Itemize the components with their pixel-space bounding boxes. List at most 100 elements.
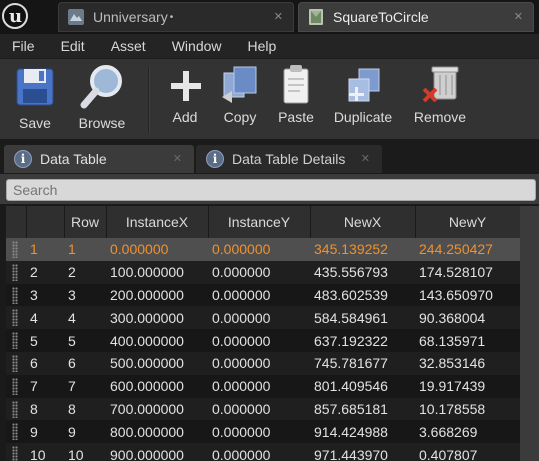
menu-asset[interactable]: Asset: [99, 38, 146, 54]
menu-file[interactable]: File: [0, 38, 35, 54]
row-name-cell: 8: [64, 397, 106, 421]
instance-x-cell: 800.000000: [106, 420, 208, 444]
close-tab-icon[interactable]: ✕: [361, 152, 370, 165]
search-bar: [0, 174, 539, 204]
column-header-newy[interactable]: NewY: [415, 206, 520, 238]
level-map-icon: [67, 8, 85, 26]
table-row[interactable]: 8 8 700.000000 0.000000 857.685181 10.178558: [6, 397, 520, 421]
table-row[interactable]: 3 3 200.000000 0.000000 483.602539 143.650970: [6, 283, 520, 307]
paste-button[interactable]: Paste: [274, 63, 318, 125]
info-icon: i: [14, 150, 32, 168]
title-bar: u Unniversary • ✕ SquareToCircle ✕: [0, 0, 539, 34]
row-index-cell: 5: [26, 329, 64, 352]
row-name-cell: 2: [64, 260, 106, 284]
document-tab-label: SquareToCircle: [333, 9, 429, 25]
new-y-cell: 68.135971: [415, 329, 520, 352]
grip-dots-icon[interactable]: [12, 286, 18, 304]
new-x-cell: 971.443970: [310, 443, 415, 461]
table-row[interactable]: 9 9 800.000000 0.000000 914.424988 3.668269: [6, 420, 520, 444]
column-header-instancex[interactable]: InstanceX: [106, 206, 209, 238]
table-row[interactable]: 10 10 900.000000 0.000000 971.443970 0.407807: [6, 443, 520, 461]
data-table-asset-icon: [307, 8, 325, 26]
trash-can-icon: [418, 63, 462, 111]
instance-y-cell: 0.000000: [208, 397, 310, 421]
drag-handle-icon[interactable]: [6, 443, 26, 461]
drag-handle-icon[interactable]: [6, 374, 26, 398]
table-row[interactable]: 2 2 100.000000 0.000000 435.556793 174.528107: [6, 260, 520, 284]
grip-dots-icon[interactable]: [12, 423, 18, 441]
duplicate-icon: [341, 63, 385, 111]
info-icon: i: [206, 150, 224, 168]
duplicate-button[interactable]: Duplicate: [330, 63, 396, 125]
table-scrollbar[interactable]: [520, 206, 539, 461]
browse-button[interactable]: Browse: [74, 63, 130, 131]
new-y-cell: 32.853146: [415, 351, 520, 375]
toolbar-separator: [148, 67, 150, 133]
browse-label: Browse: [78, 115, 126, 131]
menu-edit[interactable]: Edit: [49, 38, 85, 54]
save-button[interactable]: Save: [12, 63, 58, 131]
row-name-cell: 3: [64, 283, 106, 307]
table-row[interactable]: 5 5 400.000000 0.000000 637.192322 68.135971: [6, 329, 520, 352]
grip-dots-icon[interactable]: [12, 377, 18, 395]
tab-data-table[interactable]: i Data Table ✕: [4, 145, 194, 173]
grip-dots-icon[interactable]: [12, 241, 18, 258]
plus-icon: [164, 63, 208, 111]
new-y-cell: 19.917439: [415, 374, 520, 398]
row-name-cell: 10: [64, 443, 106, 461]
clipboard-icon: [274, 63, 318, 111]
close-tab-icon[interactable]: ✕: [274, 10, 283, 23]
close-tab-icon[interactable]: ✕: [514, 10, 523, 23]
table-row[interactable]: 7 7 600.000000 0.000000 801.409546 19.917439: [6, 374, 520, 398]
grip-dots-icon[interactable]: [12, 354, 18, 372]
row-name-cell: 7: [64, 374, 106, 398]
grip-dots-icon[interactable]: [12, 263, 18, 281]
row-index-cell: 10: [26, 443, 64, 461]
floppy-disk-icon: [13, 63, 57, 111]
menu-window[interactable]: Window: [160, 38, 222, 54]
copy-icon: [218, 63, 262, 111]
new-x-cell: 801.409546: [310, 374, 415, 398]
drag-handle-icon[interactable]: [6, 283, 26, 307]
search-input[interactable]: [6, 179, 536, 201]
drag-handle-icon[interactable]: [6, 351, 26, 375]
grip-dots-icon[interactable]: [12, 400, 18, 418]
data-table-grid: Row InstanceX InstanceY NewX NewY 1 1 0.00…: [6, 206, 520, 461]
grip-dots-icon[interactable]: [12, 332, 18, 350]
document-tab-unniversary[interactable]: Unniversary • ✕: [58, 2, 294, 32]
table-row[interactable]: 6 6 500.000000 0.000000 745.781677 32.853146: [6, 351, 520, 375]
column-header-newx[interactable]: NewX: [310, 206, 416, 238]
new-x-cell: 345.139252: [310, 238, 415, 261]
row-name-cell: 4: [64, 306, 106, 330]
new-y-cell: 3.668269: [415, 420, 520, 444]
unreal-logo-icon[interactable]: u: [2, 3, 28, 29]
row-index-cell: 4: [26, 306, 64, 330]
drag-handle-icon[interactable]: [6, 306, 26, 330]
column-header-row[interactable]: Row: [64, 206, 107, 238]
remove-button[interactable]: Remove: [410, 63, 470, 125]
drag-handle-icon[interactable]: [6, 260, 26, 284]
drag-handle-icon[interactable]: [6, 329, 26, 352]
menu-bar: File Edit Asset Window Help: [0, 34, 539, 58]
drag-handle-icon[interactable]: [6, 238, 26, 261]
new-x-cell: 857.685181: [310, 397, 415, 421]
instance-x-cell: 700.000000: [106, 397, 208, 421]
menu-help[interactable]: Help: [236, 38, 277, 54]
table-row[interactable]: 4 4 300.000000 0.000000 584.584961 90.368004: [6, 306, 520, 330]
add-button[interactable]: Add: [164, 63, 206, 125]
row-index-cell: 3: [26, 283, 64, 307]
document-tab-squaretocircle[interactable]: SquareToCircle ✕: [298, 2, 534, 32]
row-index-cell: 2: [26, 260, 64, 284]
tab-data-table-details[interactable]: i Data Table Details ✕: [196, 145, 382, 173]
close-tab-icon[interactable]: ✕: [173, 152, 182, 165]
column-header-instancey[interactable]: InstanceY: [208, 206, 311, 238]
panel-tab-bar: i Data Table ✕ i Data Table Details ✕: [0, 140, 539, 174]
grip-dots-icon[interactable]: [12, 446, 18, 461]
table-row[interactable]: 1 1 0.000000 0.000000 345.139252 244.250427: [6, 238, 520, 261]
drag-handle-icon[interactable]: [6, 397, 26, 421]
toolbar: Save Browse Add Copy Paste Duplicate Rem…: [0, 58, 539, 140]
grip-dots-icon[interactable]: [12, 309, 18, 327]
copy-button[interactable]: Copy: [218, 63, 262, 125]
tab-label: Data Table: [40, 151, 107, 167]
drag-handle-icon[interactable]: [6, 420, 26, 444]
